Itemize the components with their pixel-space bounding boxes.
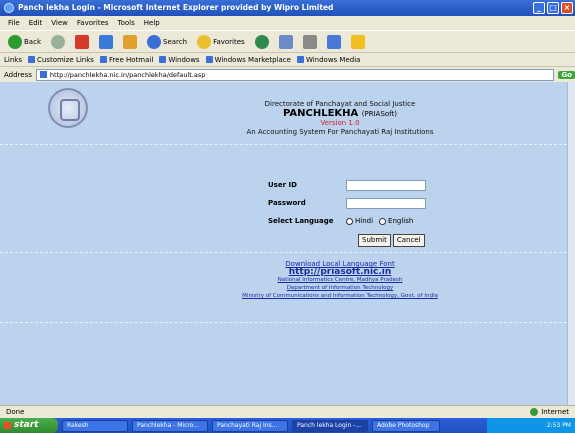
footer: Download Local Language Font http://pria… [170, 260, 510, 300]
hindi-radio[interactable]: Hindi [346, 217, 373, 225]
radio-icon [379, 217, 387, 225]
clock: 2:53 PM [546, 422, 571, 429]
forward-arrow-icon [51, 34, 65, 49]
version-text: Version 1.0 [320, 119, 360, 127]
stop-icon [75, 34, 89, 49]
refresh-button[interactable] [97, 33, 115, 51]
search-button[interactable]: Search [145, 33, 189, 51]
title-bar: Panch lekha Login - Microsoft Internet E… [0, 0, 575, 16]
taskbar-item-panchayati[interactable]: Panchayati Raj Ins... [212, 419, 288, 432]
english-radio[interactable]: English [379, 217, 413, 225]
taskbar-item-panchlekha[interactable]: Panchlekha - Micro... [132, 419, 208, 432]
nic-link[interactable]: National Informatics Centre, Madhya Prad… [170, 276, 510, 284]
page-icon [27, 56, 35, 63]
history-button[interactable] [253, 33, 271, 51]
page-icon [159, 56, 167, 63]
password-row: Password [268, 196, 428, 210]
link-media[interactable]: Windows Media [296, 56, 360, 64]
menu-help[interactable]: Help [144, 19, 160, 27]
globe-icon [530, 408, 539, 416]
menu-file[interactable]: File [8, 19, 20, 27]
details-line: http://priasoft.nic.in [170, 268, 510, 277]
back-arrow-icon [8, 34, 22, 49]
language-label: Select Language [268, 217, 334, 225]
divider [0, 252, 567, 253]
internet-explorer-icon [4, 3, 14, 13]
edit-button[interactable] [325, 33, 343, 51]
maximize-button[interactable]: □ [547, 2, 559, 14]
link-customize[interactable]: Customize Links [27, 56, 94, 64]
menu-view[interactable]: View [51, 19, 68, 27]
address-label: Address [4, 70, 32, 79]
password-label: Password [268, 199, 306, 207]
language-row: Select Language Hindi English [268, 214, 438, 228]
forward-button[interactable] [49, 33, 67, 51]
menu-bar: File Edit View Favorites Tools Help [0, 16, 575, 30]
links-label: Links [4, 55, 22, 64]
minimize-button[interactable]: _ [533, 2, 545, 14]
taskbar: start Rakesh Panchlekha - Micro... Panch… [0, 418, 575, 433]
link-windows[interactable]: Windows [159, 56, 200, 64]
menu-favorites[interactable]: Favorites [77, 19, 109, 27]
address-input[interactable]: http://panchlekha.nic.in/panchlekha/defa… [35, 68, 555, 81]
mail-button[interactable] [277, 33, 295, 51]
taskbar-item-folder[interactable]: Rakesh [62, 419, 128, 432]
user-id-input[interactable] [346, 179, 426, 191]
vertical-scrollbar[interactable] [567, 82, 575, 405]
link-hotmail[interactable]: Free Hotmail [99, 56, 153, 64]
toolbar: Back Search Favorites [0, 30, 575, 52]
search-icon [147, 34, 161, 49]
cancel-button[interactable]: Cancel [392, 234, 425, 247]
address-url: http://panchlekha.nic.in/panchlekha/defa… [49, 70, 206, 79]
security-zone: Internet [530, 408, 569, 416]
page-icon [296, 56, 304, 63]
go-button[interactable]: Go [558, 70, 575, 79]
app-title: PANCHLEKHA (PRIASoft) [283, 108, 397, 119]
taskbar-item-photoshop[interactable]: Adobe Photoshop [372, 419, 440, 432]
close-button[interactable]: × [561, 2, 573, 14]
edit-icon [326, 34, 341, 49]
divider [0, 322, 567, 323]
browser-window: Panch lekha Login - Microsoft Internet E… [0, 0, 575, 433]
messenger-button[interactable] [349, 33, 367, 51]
refresh-icon [99, 34, 113, 49]
status-bar: Done Internet [0, 405, 575, 418]
back-button[interactable]: Back [6, 33, 43, 51]
ministry-link[interactable]: Ministry of Communications and Informati… [170, 292, 510, 300]
address-bar: Address http://panchlekha.nic.in/panchle… [0, 66, 575, 82]
password-input[interactable] [346, 197, 426, 209]
favorites-button[interactable]: Favorites [195, 33, 247, 51]
emblem-logo [48, 88, 88, 128]
links-bar: Links Customize Links Free Hotmail Windo… [0, 52, 575, 66]
messenger-icon [350, 34, 365, 49]
link-marketplace[interactable]: Windows Marketplace [205, 56, 291, 64]
submit-button[interactable]: Submit [358, 234, 391, 247]
page-header: Directorate of Panchayat and Social Just… [0, 82, 567, 142]
print-icon [302, 34, 317, 49]
user-id-label: User ID [268, 181, 297, 189]
home-button[interactable] [121, 33, 139, 51]
start-button[interactable]: start [0, 418, 58, 433]
status-text: Done [6, 408, 25, 416]
stop-button[interactable] [73, 33, 91, 51]
menu-tools[interactable]: Tools [118, 19, 135, 27]
page-icon [99, 56, 107, 63]
page-content: Directorate of Panchayat and Social Just… [0, 82, 567, 405]
mail-icon [278, 34, 293, 49]
tagline: An Accounting System For Panchayati Raj … [246, 128, 434, 136]
dit-link[interactable]: Department of Information Technology [170, 284, 510, 292]
page-icon [39, 71, 47, 78]
home-icon [123, 34, 137, 49]
print-button[interactable] [301, 33, 319, 51]
radio-icon [346, 217, 353, 225]
window-title: Panch lekha Login - Microsoft Internet E… [18, 3, 334, 12]
user-id-row: User ID [268, 178, 428, 192]
system-tray: 2:53 PM [487, 418, 575, 433]
taskbar-item-login[interactable]: Panch lekha Login -... [292, 419, 368, 432]
star-icon [197, 34, 212, 49]
page-icon [205, 56, 213, 63]
menu-edit[interactable]: Edit [29, 19, 43, 27]
history-icon [254, 34, 269, 49]
divider [0, 144, 567, 145]
